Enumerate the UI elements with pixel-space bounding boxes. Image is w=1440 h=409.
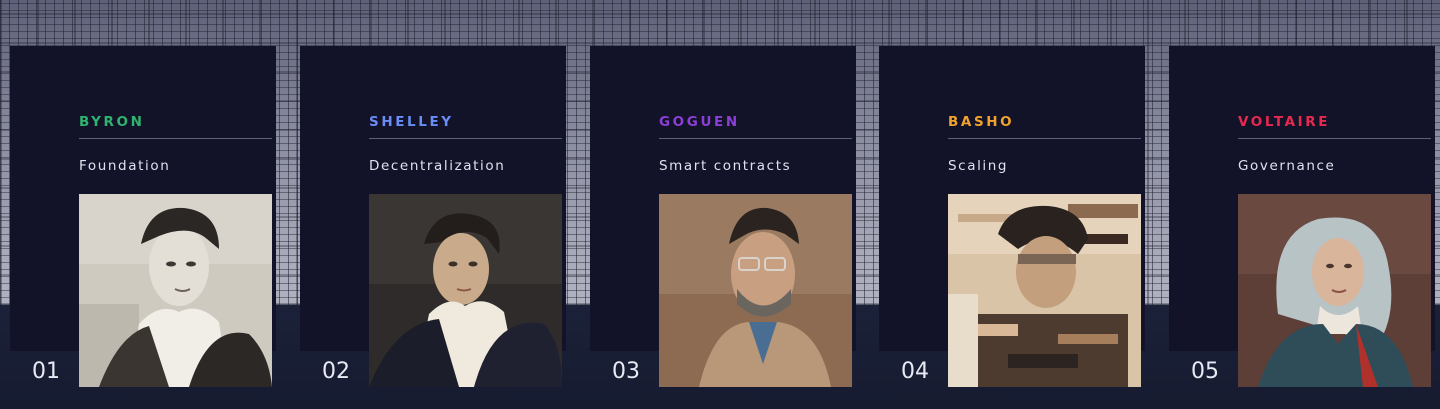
era-number: 04 [901,359,929,384]
era-topic: Smart contracts [659,158,792,174]
era-topic: Decentralization [369,158,506,174]
shelley-portrait-icon [369,194,562,387]
era-name: VOLTAIRE [1238,114,1331,130]
era-name: BYRON [79,114,145,130]
era-name: SHELLEY [369,114,454,130]
era-topic: Foundation [79,158,171,174]
era-card-voltaire[interactable]: VOLTAIRE Governance 05 [1169,46,1435,387]
era-name: BASHO [948,114,1015,130]
era-card-goguen[interactable]: GOGUEN Smart contracts 03 [590,46,856,387]
era-name: GOGUEN [659,114,740,130]
divider [79,138,272,139]
divider [369,138,562,139]
divider [948,138,1141,139]
goguen-portrait-icon [659,194,852,387]
era-number: 01 [32,359,60,384]
roadmap-eras: BYRON Foundation 01 SHELLEY Decentraliza… [0,0,1440,409]
era-topic: Scaling [948,158,1009,174]
era-card-shelley[interactable]: SHELLEY Decentralization 02 [300,46,566,387]
basho-portrait-icon [948,194,1141,387]
voltaire-portrait-icon [1238,194,1431,387]
era-number: 03 [612,359,640,384]
era-card-byron[interactable]: BYRON Foundation 01 [10,46,276,387]
divider [1238,138,1431,139]
byron-portrait-icon [79,194,272,387]
era-topic: Governance [1238,158,1336,174]
era-card-basho[interactable]: BASHO Scaling 04 [879,46,1145,387]
era-number: 05 [1191,359,1219,384]
divider [659,138,852,139]
era-number: 02 [322,359,350,384]
